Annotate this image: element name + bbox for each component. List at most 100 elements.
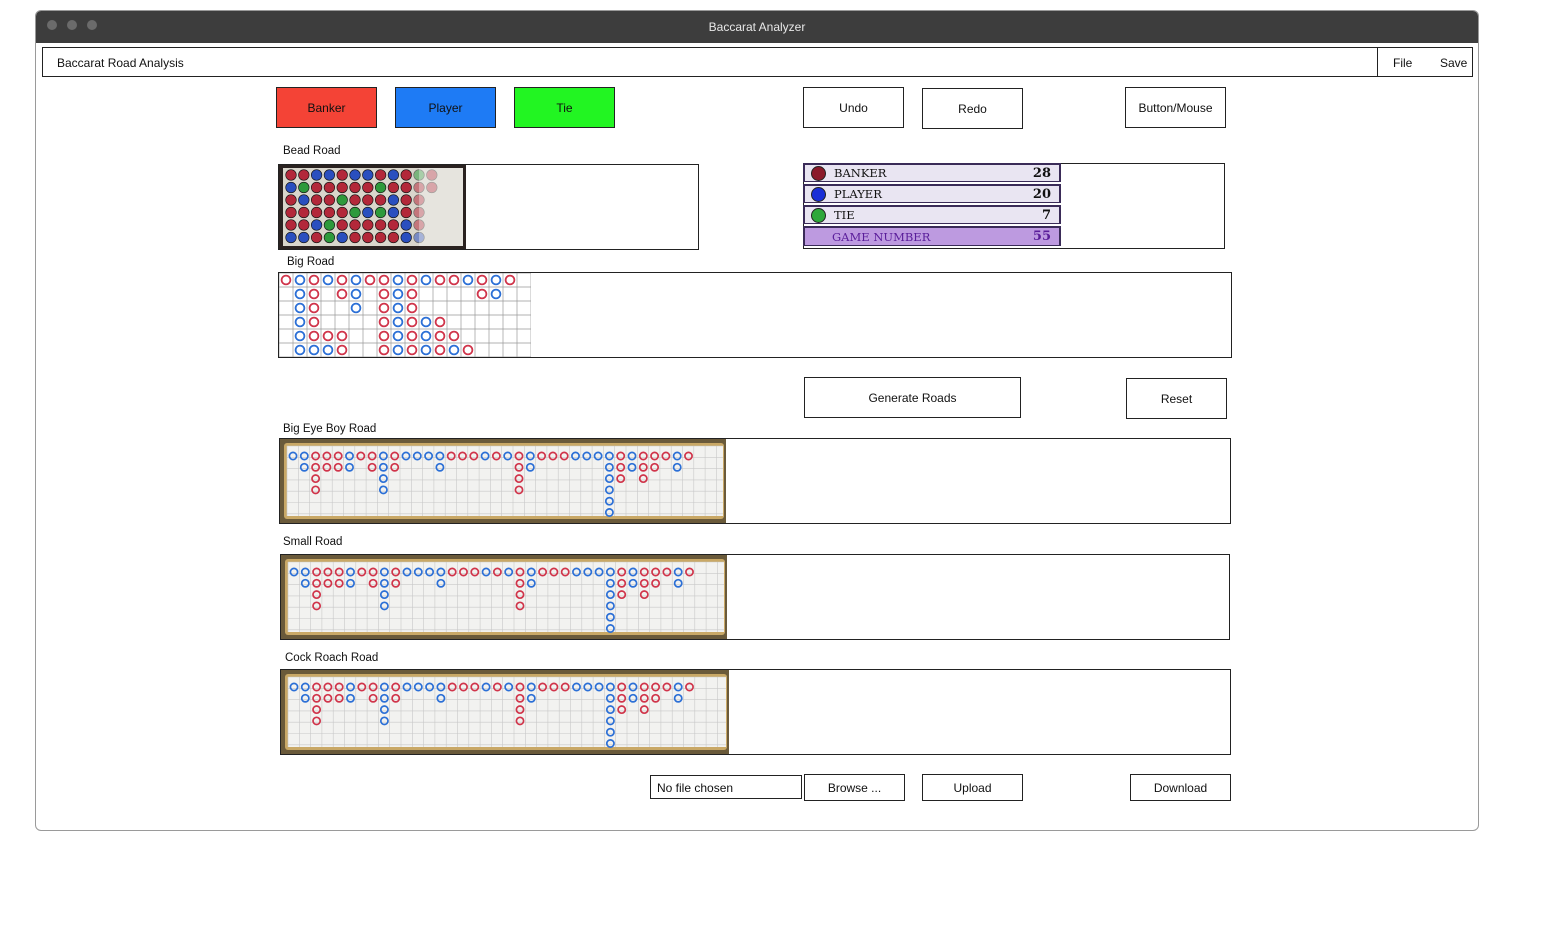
bead-mark (349, 181, 361, 194)
redo-button[interactable]: Redo (922, 88, 1023, 129)
reset-button[interactable]: Reset (1126, 378, 1227, 419)
bead-mark (336, 231, 348, 244)
bead-mark (362, 194, 374, 206)
big-road-mark (406, 316, 418, 328)
cock-roach-road-panel (280, 669, 1231, 755)
bead-mark (349, 219, 361, 231)
big-road-mark (294, 274, 306, 286)
big-road-mark (294, 344, 306, 356)
big-road-mark (448, 330, 460, 342)
big-road-mark (322, 274, 334, 286)
big-road-mark (280, 274, 292, 286)
title-bar: Baccarat Analyzer (36, 11, 1478, 43)
bead-mark (387, 231, 399, 244)
window-title: Baccarat Analyzer (708, 20, 806, 34)
big-road-mark (406, 302, 418, 314)
bead-mark (323, 169, 336, 181)
big-road-mark (336, 330, 348, 342)
menu-divider (1377, 48, 1378, 76)
big-road-mark (336, 274, 348, 286)
big-road-mark (294, 330, 306, 342)
button-mouse-toggle[interactable]: Button/Mouse (1125, 87, 1226, 128)
bead-mark (298, 181, 310, 194)
bead-mark (349, 231, 361, 244)
big-road-mark (406, 330, 418, 342)
big-road-mark (308, 344, 320, 356)
big-road-mark (476, 274, 488, 286)
big-road-mark (462, 344, 474, 356)
cock-roach-road-label: Cock Roach Road (285, 652, 379, 664)
tie-button[interactable]: Tie (514, 87, 615, 128)
bead-mark (374, 231, 387, 244)
bead-road-label: Bead Road (283, 145, 341, 157)
bead-road-grid (279, 165, 466, 249)
banker-button[interactable]: Banker (276, 87, 377, 128)
big-road-mark (294, 316, 306, 328)
bead-mark (400, 231, 412, 244)
bead-mark (285, 181, 297, 194)
big-road-mark (336, 288, 348, 300)
big-road-mark (420, 316, 432, 328)
big-road-mark (406, 274, 418, 286)
big-road-mark (448, 344, 460, 356)
bead-mark (310, 231, 323, 244)
bead-mark (298, 169, 310, 181)
bead-mark (285, 231, 297, 244)
generate-roads-button[interactable]: Generate Roads (804, 377, 1021, 418)
undo-button[interactable]: Undo (803, 87, 904, 128)
big-road-label: Big Road (287, 256, 335, 268)
big-road-mark (308, 302, 320, 314)
menu-save[interactable]: Save (1440, 56, 1467, 70)
stat-game-number: GAME NUMBER 55 (803, 226, 1061, 246)
big-road-mark (350, 288, 362, 300)
bead-mark (387, 194, 399, 206)
big-eye-boy-road-grid (280, 439, 726, 523)
bead-mark (310, 181, 323, 194)
big-road-mark (378, 330, 390, 342)
bead-mark (298, 206, 310, 219)
menu-file[interactable]: File (1393, 56, 1412, 70)
bead-mark (387, 219, 399, 231)
bead-mark (323, 231, 336, 244)
menu-bar: Baccarat Road Analysis File Save (42, 47, 1473, 77)
bead-mark (310, 206, 323, 219)
file-input[interactable]: No file chosen (650, 775, 802, 799)
bead-mark (323, 206, 336, 219)
bead-road-glare (419, 168, 463, 246)
player-button[interactable]: Player (395, 87, 496, 128)
stat-banker: BANKER 28 (803, 163, 1061, 182)
big-road-mark (350, 274, 362, 286)
bead-mark (349, 194, 361, 206)
small-road-grid (281, 555, 727, 639)
bead-mark (349, 206, 361, 219)
bead-mark (362, 169, 374, 181)
bead-mark (374, 194, 387, 206)
big-road-mark (490, 288, 502, 300)
big-road-mark (294, 288, 306, 300)
browse-button[interactable]: Browse ... (804, 774, 905, 801)
big-road-mark (308, 316, 320, 328)
bead-mark (336, 219, 348, 231)
download-button[interactable]: Download (1130, 774, 1231, 801)
app-title: Baccarat Road Analysis (57, 56, 184, 70)
bead-mark (362, 181, 374, 194)
tie-dot-icon (811, 207, 826, 223)
big-road-mark (434, 274, 446, 286)
bead-mark (323, 181, 336, 194)
stat-game-number-label: GAME NUMBER (832, 229, 931, 244)
bead-road-panel (278, 164, 699, 250)
stat-tie: TIE 7 (803, 205, 1061, 224)
stat-player-label: PLAYER (834, 187, 882, 201)
bead-mark (349, 169, 361, 181)
big-road-mark (420, 330, 432, 342)
big-road-mark (406, 288, 418, 300)
big-road-mark (378, 344, 390, 356)
big-road-mark (434, 316, 446, 328)
big-road-mark (420, 344, 432, 356)
small-road-label: Small Road (283, 536, 343, 548)
big-road-mark (378, 316, 390, 328)
bead-mark (336, 194, 348, 206)
big-road-mark (392, 344, 404, 356)
big-road-mark (434, 344, 446, 356)
upload-button[interactable]: Upload (922, 774, 1023, 801)
